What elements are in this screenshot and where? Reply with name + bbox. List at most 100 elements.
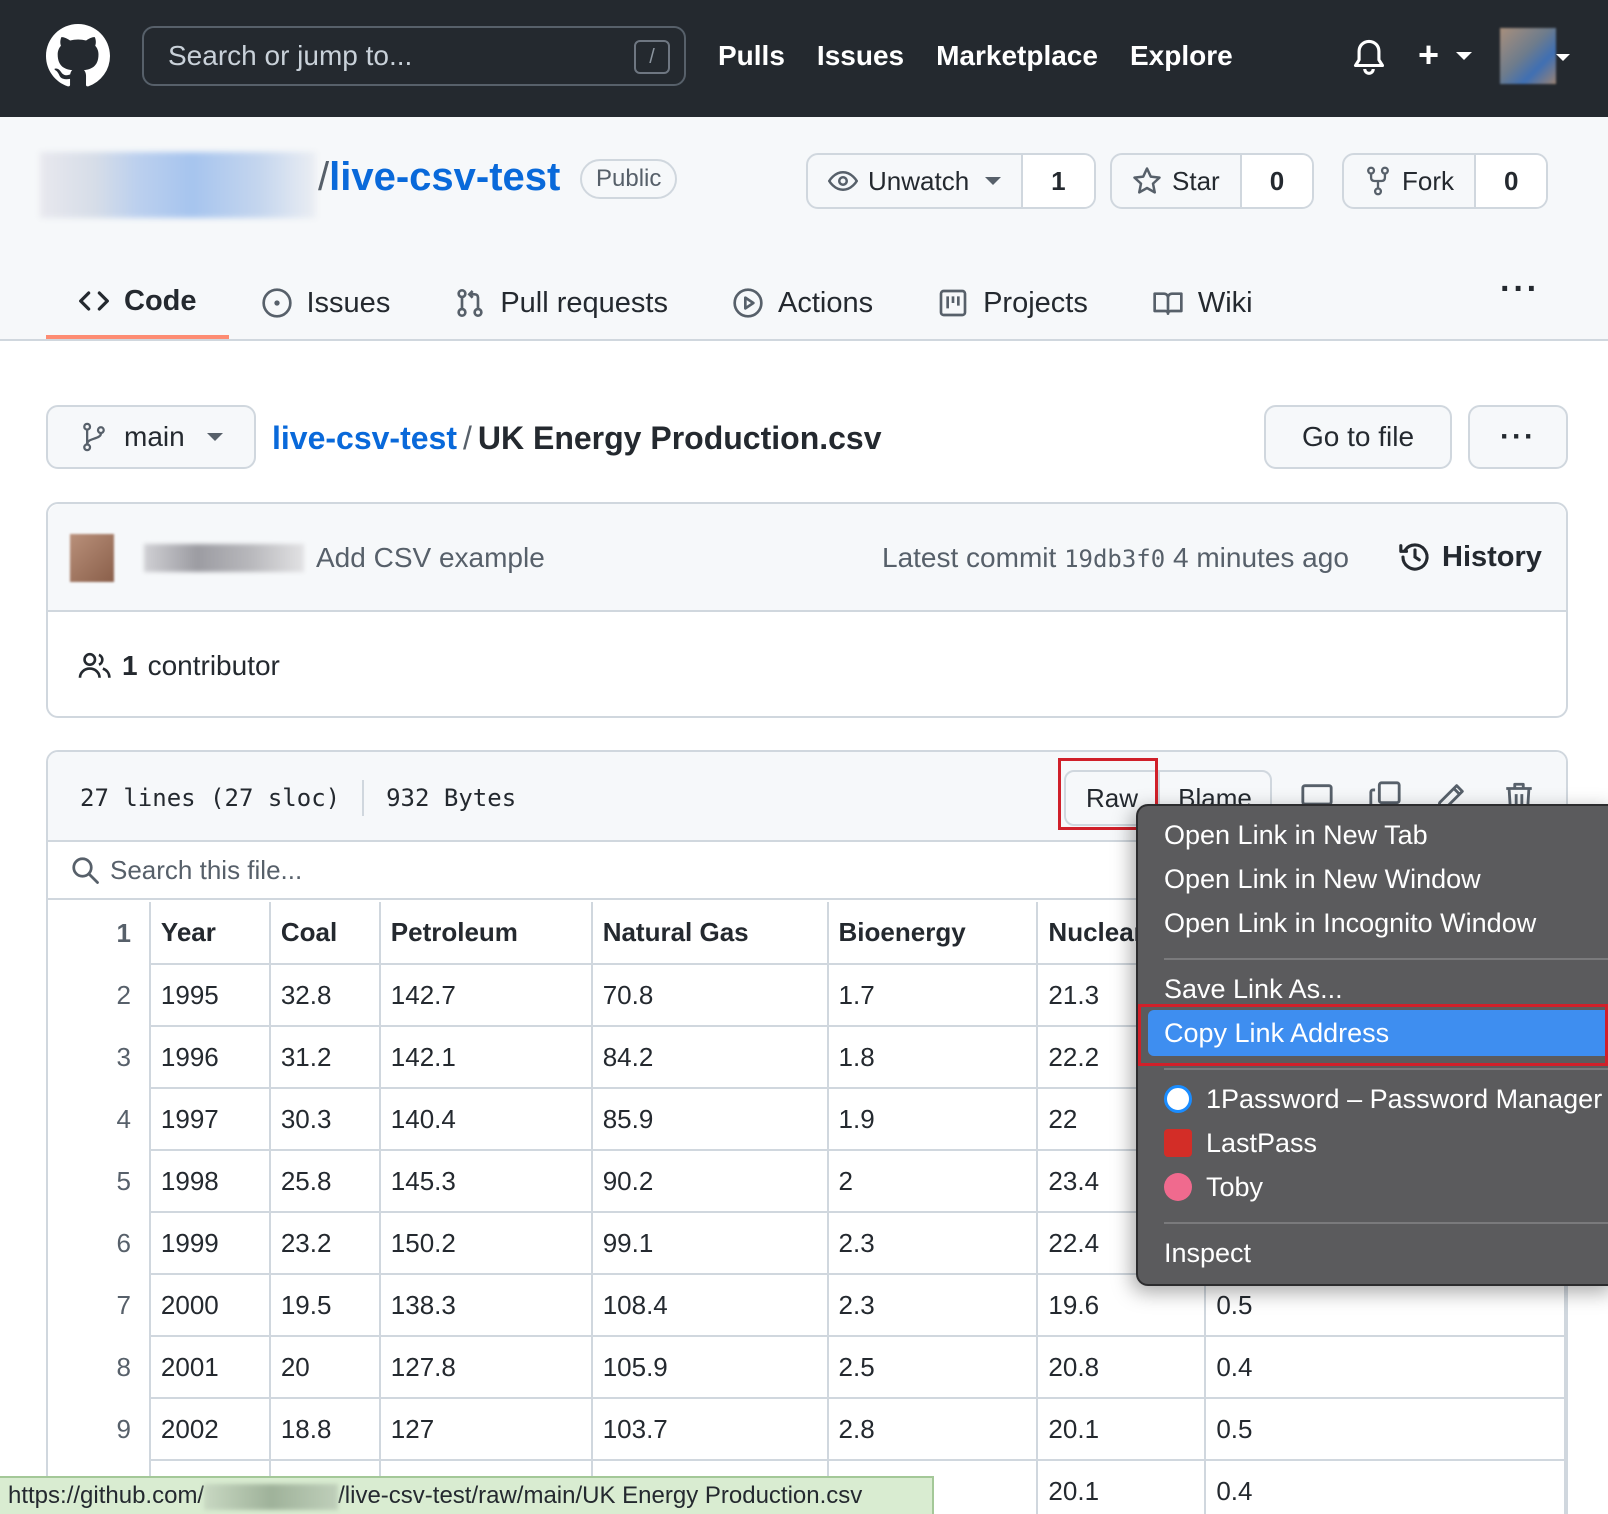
notifications-bell-icon[interactable] bbox=[1352, 38, 1386, 76]
fork-icon bbox=[1367, 166, 1389, 196]
breadcrumb-repo-link[interactable]: live-csv-test bbox=[272, 420, 457, 456]
menu-ext-1password[interactable]: 1Password – Password Manager bbox=[1164, 1084, 1602, 1115]
tab-issues-label: Issues bbox=[306, 286, 391, 319]
nav-issues[interactable]: Issues bbox=[817, 40, 904, 72]
breadcrumb-separator: / bbox=[462, 420, 472, 456]
table-cell: 20.1 bbox=[1037, 1398, 1207, 1461]
file-search-placeholder: Search this file... bbox=[110, 854, 303, 885]
menu-save-link-as[interactable]: Save Link As... bbox=[1164, 974, 1343, 1005]
table-cell: 0.5 bbox=[1205, 1398, 1566, 1461]
table-cell: 145.3 bbox=[379, 1150, 593, 1213]
table-cell: 103.7 bbox=[591, 1398, 829, 1461]
search-icon bbox=[72, 857, 99, 884]
commit-author-avatar[interactable] bbox=[70, 534, 114, 582]
commit-sha-link[interactable]: 19db3f0 bbox=[1064, 545, 1165, 573]
file-line-count: 27 lines (27 sloc) bbox=[80, 784, 341, 812]
tab-pull-requests[interactable]: Pull requests bbox=[422, 267, 700, 339]
commit-author-name-redacted[interactable] bbox=[144, 544, 304, 572]
file-size: 932 Bytes bbox=[386, 784, 517, 812]
tab-actions-label: Actions bbox=[777, 286, 874, 319]
watch-count[interactable]: 1 bbox=[1023, 155, 1094, 207]
star-count[interactable]: 0 bbox=[1241, 155, 1313, 207]
table-cell: 127.8 bbox=[379, 1336, 593, 1399]
table-cell: 108.4 bbox=[591, 1274, 829, 1337]
nav-marketplace[interactable]: Marketplace bbox=[936, 40, 1098, 72]
unwatch-button[interactable]: Unwatch bbox=[808, 155, 1024, 207]
line-number[interactable]: 1 bbox=[48, 902, 151, 964]
table-cell: 20.1 bbox=[1037, 1460, 1207, 1514]
global-nav: Pulls Issues Marketplace Explore bbox=[718, 40, 1233, 72]
user-menu-caret-icon[interactable] bbox=[1556, 54, 1570, 61]
commit-message[interactable]: Add CSV example bbox=[316, 542, 545, 574]
repo-owner-redacted[interactable] bbox=[40, 152, 316, 218]
line-number[interactable]: 3 bbox=[48, 1026, 151, 1088]
fork-count[interactable]: 0 bbox=[1476, 155, 1547, 207]
menu-inspect[interactable]: Inspect bbox=[1164, 1238, 1251, 1269]
commit-time: 4 minutes ago bbox=[1173, 542, 1349, 573]
repo-name-link[interactable]: live-csv-test bbox=[329, 155, 560, 199]
table-cell: 142.1 bbox=[379, 1026, 593, 1089]
book-icon bbox=[1153, 292, 1183, 315]
table-cell: 140.4 bbox=[379, 1088, 593, 1151]
user-avatar[interactable] bbox=[1500, 28, 1556, 84]
issue-opened-icon bbox=[261, 288, 292, 318]
create-new-caret-icon[interactable] bbox=[1456, 52, 1472, 60]
table-cell: 2.3 bbox=[827, 1274, 1039, 1337]
repo-title[interactable]: /live-csv-test bbox=[318, 155, 560, 200]
onepassword-icon bbox=[1164, 1084, 1192, 1113]
line-number[interactable]: 6 bbox=[48, 1212, 151, 1274]
table-cell: 105.9 bbox=[591, 1336, 829, 1399]
table-cell: 1999 bbox=[149, 1212, 271, 1275]
table-cell: 32.8 bbox=[269, 964, 381, 1027]
menu-open-new-tab[interactable]: Open Link in New Tab bbox=[1164, 820, 1428, 851]
commit-meta: Latest commit 19db3f0 4 minutes ago bbox=[882, 542, 1349, 574]
tab-wiki[interactable]: Wiki bbox=[1120, 267, 1285, 339]
tab-actions[interactable]: Actions bbox=[700, 267, 905, 339]
fork-button[interactable]: Fork bbox=[1344, 155, 1476, 207]
create-new-plus-icon[interactable]: + bbox=[1418, 34, 1439, 76]
menu-ext-1password-label: 1Password – Password Manager bbox=[1206, 1084, 1603, 1114]
table-cell: Petroleum bbox=[379, 902, 593, 965]
copy-link-annotation-box bbox=[1138, 1004, 1608, 1066]
star-button-group: Star 0 bbox=[1110, 153, 1315, 209]
nav-pulls[interactable]: Pulls bbox=[718, 40, 785, 72]
history-link[interactable]: History bbox=[1398, 540, 1542, 574]
repo-header: /live-csv-test Public Unwatch 1 Star 0 F… bbox=[0, 117, 1608, 341]
table-cell: 1995 bbox=[149, 964, 271, 1027]
line-number[interactable]: 4 bbox=[48, 1088, 151, 1150]
tabs-overflow-more-icon[interactable]: ··· bbox=[1500, 270, 1540, 309]
star-icon bbox=[1133, 167, 1161, 194]
table-cell: 2.3 bbox=[827, 1212, 1039, 1275]
chevron-down-icon bbox=[985, 177, 1002, 185]
people-icon bbox=[78, 652, 111, 678]
line-number[interactable]: 7 bbox=[48, 1274, 151, 1336]
star-button[interactable]: Star bbox=[1112, 155, 1242, 207]
tab-wiki-label: Wiki bbox=[1197, 286, 1253, 319]
menu-separator bbox=[1164, 958, 1608, 960]
menu-open-new-window[interactable]: Open Link in New Window bbox=[1164, 864, 1481, 895]
menu-open-incognito[interactable]: Open Link in Incognito Window bbox=[1164, 908, 1536, 939]
file-breadcrumb: live-csv-test / UK Energy Production.csv bbox=[272, 420, 882, 457]
go-to-file-button[interactable]: Go to file bbox=[1264, 405, 1452, 469]
table-cell: 0.4 bbox=[1205, 1336, 1566, 1399]
line-number[interactable]: 9 bbox=[48, 1398, 151, 1460]
line-number[interactable]: 2 bbox=[48, 964, 151, 1026]
table-cell: 1996 bbox=[149, 1026, 271, 1089]
git-branch-icon bbox=[83, 422, 105, 452]
file-more-options-button[interactable]: ··· bbox=[1468, 405, 1568, 469]
global-search-input[interactable]: Search or jump to... / bbox=[142, 26, 686, 86]
line-number[interactable]: 5 bbox=[48, 1150, 151, 1212]
tab-projects[interactable]: Projects bbox=[905, 267, 1120, 339]
table-cell: 0.4 bbox=[1205, 1460, 1566, 1514]
line-number[interactable]: 8 bbox=[48, 1336, 151, 1398]
branch-selector-button[interactable]: main bbox=[46, 405, 256, 469]
menu-ext-lastpass[interactable]: LastPass bbox=[1164, 1128, 1317, 1159]
tab-issues[interactable]: Issues bbox=[229, 267, 423, 339]
history-clock-icon bbox=[1399, 543, 1429, 571]
table-cell: 25.8 bbox=[269, 1150, 381, 1213]
nav-explore[interactable]: Explore bbox=[1130, 40, 1233, 72]
tab-code[interactable]: Code bbox=[46, 267, 229, 339]
github-logo-icon[interactable] bbox=[46, 24, 110, 88]
contributors-link[interactable]: 1 contributor bbox=[78, 650, 280, 682]
menu-ext-toby[interactable]: Toby bbox=[1164, 1172, 1263, 1203]
